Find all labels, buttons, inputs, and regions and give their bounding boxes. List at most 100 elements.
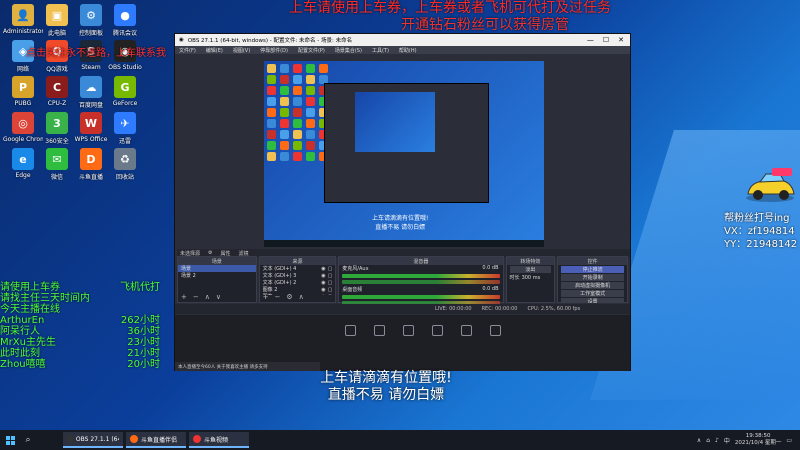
ranking-name: MrXu主先生 <box>0 337 56 348</box>
app-icon <box>193 435 201 443</box>
sources-title: 来源 <box>259 257 336 265</box>
taskbar-app[interactable]: OBS 27.1.1 (64-bi... <box>63 432 123 448</box>
ranking-row: MrXu主先生 23小时 <box>0 337 160 348</box>
obs-preview[interactable]: 上车请滴滴有位置哦! 直播不易 请勿白嫖 <box>264 61 544 247</box>
desktop-icon-label: GeForce <box>112 100 138 107</box>
desktop-icon[interactable]: ♻ 回收站 <box>106 148 144 186</box>
preview-caption-line-2: 直播不易 请勿白嫖 <box>375 224 426 231</box>
preview-icon <box>267 141 276 150</box>
eye-icon[interactable]: ◉ <box>321 273 325 279</box>
obs-title-bar[interactable]: ◉ OBS 27.1.1 (64-bit, windows) - 配置文件: 未… <box>175 34 630 46</box>
menu-item[interactable]: 文件(F) <box>179 47 196 54</box>
obs-window[interactable]: ◉ OBS 27.1.1 (64-bit, windows) - 配置文件: 未… <box>174 33 631 371</box>
control-button[interactable]: 开始录制 <box>561 274 625 281</box>
taskbar-app[interactable]: 斗鱼视频 <box>189 432 249 448</box>
source-label: 文本 (GDI+) 4 <box>262 266 297 272</box>
search-icon[interactable]: ⌕ <box>20 432 36 448</box>
menu-item[interactable]: 编辑(E) <box>206 47 223 54</box>
desktop-icon[interactable]: P PUBG <box>4 76 42 114</box>
desktop-icon[interactable]: 3 360安全 <box>38 112 76 150</box>
desktop-icon[interactable]: ☁ 百度网盘 <box>72 76 110 114</box>
media-icon[interactable] <box>490 325 501 336</box>
preview-icon <box>293 86 302 95</box>
screen-icon[interactable] <box>345 325 356 336</box>
volume-icon[interactable]: ♪ <box>715 437 719 444</box>
streaming-companion-panel: 本人直播至今60人 关于我喜欢主播 请多支持 <box>175 315 630 371</box>
contact-yy: YY：21948142 <box>724 239 798 250</box>
preview-icon <box>280 97 289 106</box>
minimize-icon[interactable]: — <box>587 36 594 44</box>
lock-icon[interactable]: ▢ <box>328 273 333 279</box>
eye-icon[interactable]: ◉ <box>321 266 325 272</box>
mixer-channel: 麦克风/Aux 0.0 dB <box>339 265 502 284</box>
preview-icon <box>306 152 315 161</box>
ranking-hours: 飞机代打 <box>120 282 160 293</box>
control-button[interactable]: 停止推流 <box>561 266 625 273</box>
taskbar: ⌕ OBS 27.1.1 (64-bi... 斗鱼直播伴侣 斗鱼视频 ∧ ⌂ ♪ 中… <box>0 430 800 450</box>
source-item[interactable]: 文本 (GDI+) 2 ◉ ▢ <box>260 279 336 287</box>
lock-icon[interactable]: ▢ <box>328 294 333 296</box>
app-icon: ✈ <box>114 112 136 134</box>
up-icon[interactable]: ∧ <box>205 293 210 301</box>
source-item[interactable]: 文本 (GDI+) 3 ◉ ▢ <box>260 272 336 280</box>
desktop-icon[interactable]: ✈ 迅雷 <box>106 112 144 150</box>
down-icon[interactable]: ∨ <box>216 293 221 301</box>
network-icon[interactable]: ⌂ <box>706 437 710 444</box>
menu-item[interactable]: 停靠部件(D) <box>260 47 288 54</box>
clock[interactable]: 19:38:50 2021/10/4 星期一 <box>735 433 781 447</box>
duration-field[interactable]: 300 ms <box>522 275 541 281</box>
source-item[interactable]: 文本 (GDI+) 4 ◉ ▢ <box>260 265 336 273</box>
control-button[interactable]: 启动虚拟摄像机 <box>561 282 625 289</box>
remove-icon[interactable]: − <box>193 293 199 301</box>
lock-icon[interactable]: ▢ <box>328 266 333 272</box>
image-icon[interactable] <box>432 325 443 336</box>
menu-item[interactable]: 工具(T) <box>372 47 389 54</box>
taskbar-app[interactable]: 斗鱼直播伴侣 <box>126 432 186 448</box>
eye-icon[interactable]: ◉ <box>321 287 325 293</box>
volume-slider[interactable] <box>342 280 500 284</box>
menu-item[interactable]: 视图(V) <box>233 47 250 54</box>
obs-title-text: OBS 27.1.1 (64-bit, windows) - 配置文件: 未命名… <box>187 38 353 44</box>
up-icon[interactable]: ∧ <box>299 293 304 301</box>
transition-select[interactable]: 淡出 <box>509 266 552 273</box>
close-icon[interactable]: ✕ <box>618 36 624 44</box>
lock-icon[interactable]: ▢ <box>328 287 333 293</box>
ranking-hours: 21小时 <box>127 348 160 359</box>
desktop-icon[interactable]: G GeForce <box>106 76 144 114</box>
menu-item[interactable]: 配置文件(P) <box>298 47 325 54</box>
gear-icon[interactable]: ⚙ <box>286 293 292 301</box>
preview-icon <box>267 97 276 106</box>
lock-icon[interactable]: ▢ <box>328 280 333 286</box>
ranking-row: ArthurEn 262小时 <box>0 315 160 326</box>
window-icon[interactable] <box>403 325 414 336</box>
menu-item[interactable]: 场景集合(S) <box>335 47 362 54</box>
notification-icon[interactable]: ▭ <box>786 437 792 444</box>
app-icon: C <box>46 76 68 98</box>
source-item[interactable]: 图像 2 ◉ ▢ <box>260 286 336 294</box>
system-tray: ∧ ⌂ ♪ 中 19:38:50 2021/10/4 星期一 ▭ <box>697 433 800 447</box>
start-button[interactable] <box>0 430 20 450</box>
ranking-row: 此时此刻 21小时 <box>0 348 160 359</box>
add-icon[interactable]: + <box>181 293 187 301</box>
camera-icon[interactable] <box>374 325 385 336</box>
scene-item[interactable]: 场景 2 <box>178 272 256 279</box>
add-icon[interactable]: + <box>263 293 269 301</box>
remove-icon[interactable]: − <box>275 293 281 301</box>
taskbar-app-label: OBS 27.1.1 (64-bi... <box>75 435 119 443</box>
ranking-name: 此时此刻 <box>0 348 40 359</box>
control-button[interactable]: 工作室模式 <box>561 290 625 297</box>
desktop-icon[interactable]: ● 腾讯会议 <box>106 4 144 42</box>
eye-icon[interactable]: ◉ <box>321 280 325 286</box>
maximize-icon[interactable]: ☐ <box>603 36 609 44</box>
scene-item[interactable]: 场景 <box>178 265 256 272</box>
preview-icon <box>306 64 315 73</box>
text-icon[interactable] <box>461 325 472 336</box>
eye-icon[interactable]: ◉ <box>321 294 325 296</box>
taskbar-app-label: 斗鱼直播伴侣 <box>141 436 178 444</box>
control-button[interactable]: 设置 <box>561 298 625 303</box>
ime-icon[interactable]: 中 <box>724 436 730 445</box>
preview-icon <box>306 119 315 128</box>
tray-chevron-icon[interactable]: ∧ <box>697 437 701 444</box>
menu-item[interactable]: 帮助(H) <box>399 47 417 54</box>
preview-icon <box>280 152 289 161</box>
